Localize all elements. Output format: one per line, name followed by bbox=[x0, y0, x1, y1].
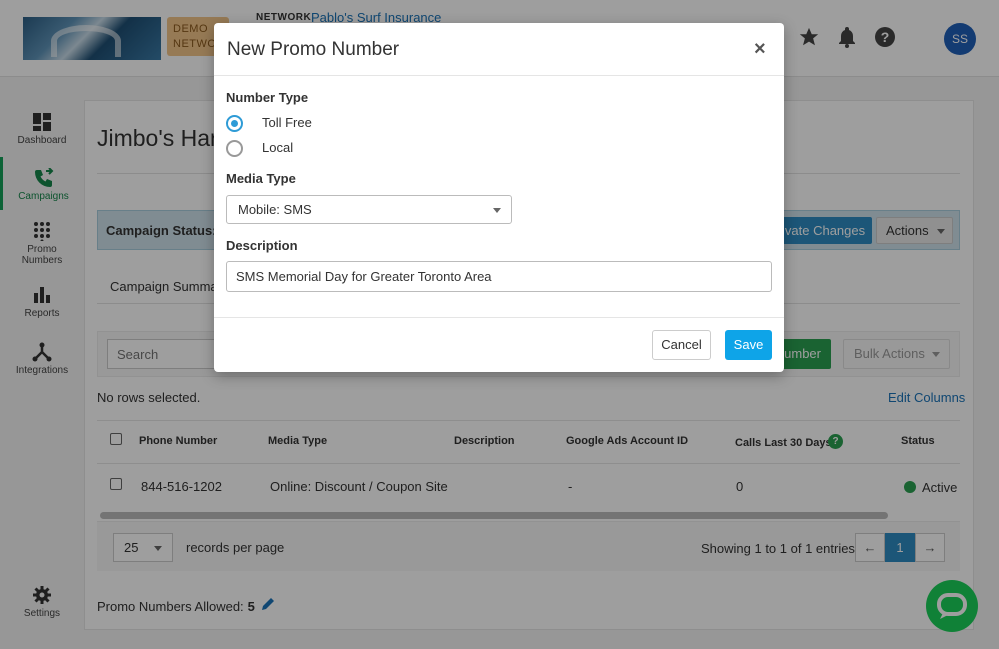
new-promo-number-dialog: New Promo Number × Number Type Toll Free… bbox=[214, 23, 784, 372]
divider bbox=[214, 75, 784, 76]
save-button[interactable]: Save bbox=[725, 330, 772, 360]
radio-local[interactable] bbox=[226, 140, 243, 157]
close-icon[interactable]: × bbox=[754, 38, 766, 61]
cancel-button[interactable]: Cancel bbox=[652, 330, 711, 360]
media-type-value: Mobile: SMS bbox=[238, 202, 312, 217]
dialog-title: New Promo Number bbox=[227, 39, 400, 60]
description-input[interactable] bbox=[226, 261, 772, 292]
description-label: Description bbox=[226, 238, 298, 253]
number-type-label: Number Type bbox=[226, 90, 309, 105]
divider bbox=[214, 317, 784, 318]
caret-down-icon bbox=[493, 208, 501, 213]
media-type-select[interactable]: Mobile: SMS bbox=[226, 195, 512, 224]
radio-local-label[interactable]: Local bbox=[262, 140, 293, 155]
radio-toll-free-label[interactable]: Toll Free bbox=[262, 115, 312, 130]
radio-toll-free[interactable] bbox=[226, 115, 243, 132]
media-type-label: Media Type bbox=[226, 171, 296, 186]
